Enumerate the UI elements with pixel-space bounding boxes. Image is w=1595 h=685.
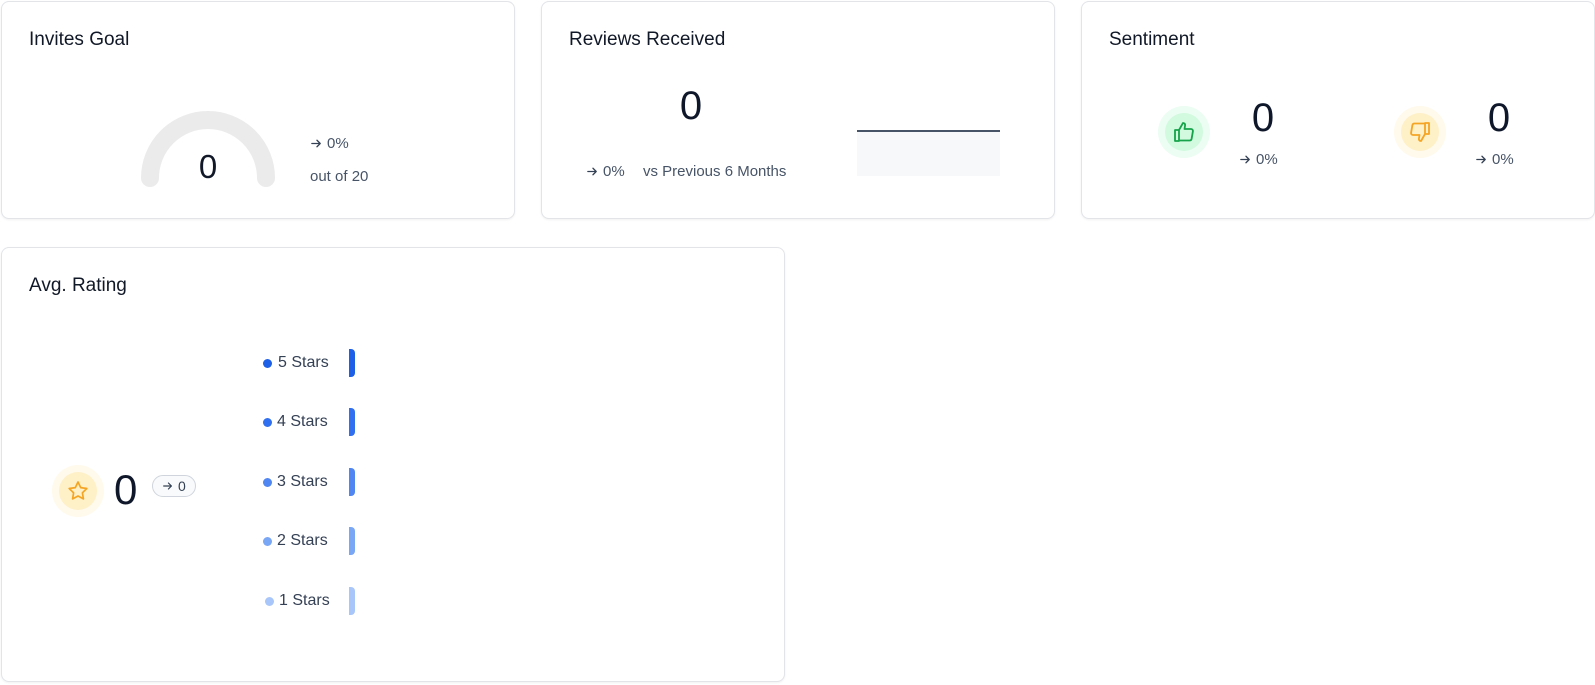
invites-goal-card: Invites Goal 0 0% out of 20 <box>1 1 515 219</box>
reviews-trend: 0% <box>586 163 625 180</box>
star-row: 2 Stars <box>2 526 362 556</box>
star-row: 5 Stars <box>2 348 362 378</box>
positive-sentiment-value: 0 <box>1251 96 1275 140</box>
arrow-right-icon <box>587 167 597 176</box>
star-row-label: 4 Stars <box>277 413 328 430</box>
thumbs-up-badge <box>1158 106 1210 158</box>
avg-rating-title: Avg. Rating <box>29 275 127 296</box>
star-row-bar <box>349 527 355 555</box>
legend-dot <box>263 478 272 487</box>
star-row-label: 2 Stars <box>277 532 328 549</box>
reviews-trend-value: 0% <box>603 163 625 180</box>
legend-dot <box>263 359 272 368</box>
star-row: 4 Stars <box>2 407 362 437</box>
avg-rating-card: Avg. Rating 0 0 5 Stars 4 Stars 3 Stars 2 S… <box>1 247 785 682</box>
negative-trend-value: 0% <box>1492 151 1514 168</box>
legend-dot <box>265 597 274 606</box>
star-row-bar <box>349 349 355 377</box>
sparkline-line <box>857 130 1000 132</box>
invites-trend: 0% <box>310 135 349 152</box>
star-row-label: 3 Stars <box>277 473 328 490</box>
thumbs-down-icon <box>1410 122 1430 142</box>
invites-goal-subtitle: out of 20 <box>310 168 369 185</box>
positive-trend-value: 0% <box>1256 151 1278 168</box>
star-row-label: 5 Stars <box>278 354 329 371</box>
star-row: 3 Stars <box>2 467 362 497</box>
star-row: 1 Stars <box>2 586 362 616</box>
thumbs-down-badge <box>1394 106 1446 158</box>
reviews-received-title: Reviews Received <box>569 29 726 50</box>
star-row-label: 1 Stars <box>279 592 330 609</box>
invites-goal-title: Invites Goal <box>29 29 130 50</box>
star-row-bar <box>349 587 355 615</box>
sentiment-title: Sentiment <box>1109 29 1195 50</box>
reviews-received-card: Reviews Received 0 0% vs Previous 6 Mont… <box>541 1 1055 219</box>
arrow-right-icon <box>1240 155 1250 164</box>
positive-sentiment-trend: 0% <box>1239 151 1278 168</box>
invites-goal-value: 0 <box>198 148 218 185</box>
negative-sentiment-value: 0 <box>1487 96 1511 140</box>
star-row-bar <box>349 408 355 436</box>
sentiment-card: Sentiment 0 0% 0 0% <box>1081 1 1595 219</box>
star-row-bar <box>349 468 355 496</box>
negative-sentiment-trend: 0% <box>1475 151 1514 168</box>
arrow-right-icon <box>311 139 321 148</box>
thumbs-up-icon <box>1174 122 1194 142</box>
legend-dot <box>263 537 272 546</box>
reviews-received-value: 0 <box>679 84 703 128</box>
reviews-comparison-label: vs Previous 6 Months <box>643 163 787 180</box>
arrow-right-icon <box>1476 155 1486 164</box>
legend-dot <box>263 418 272 427</box>
invites-trend-value: 0% <box>327 135 349 152</box>
reviews-sparkline <box>857 130 1000 176</box>
